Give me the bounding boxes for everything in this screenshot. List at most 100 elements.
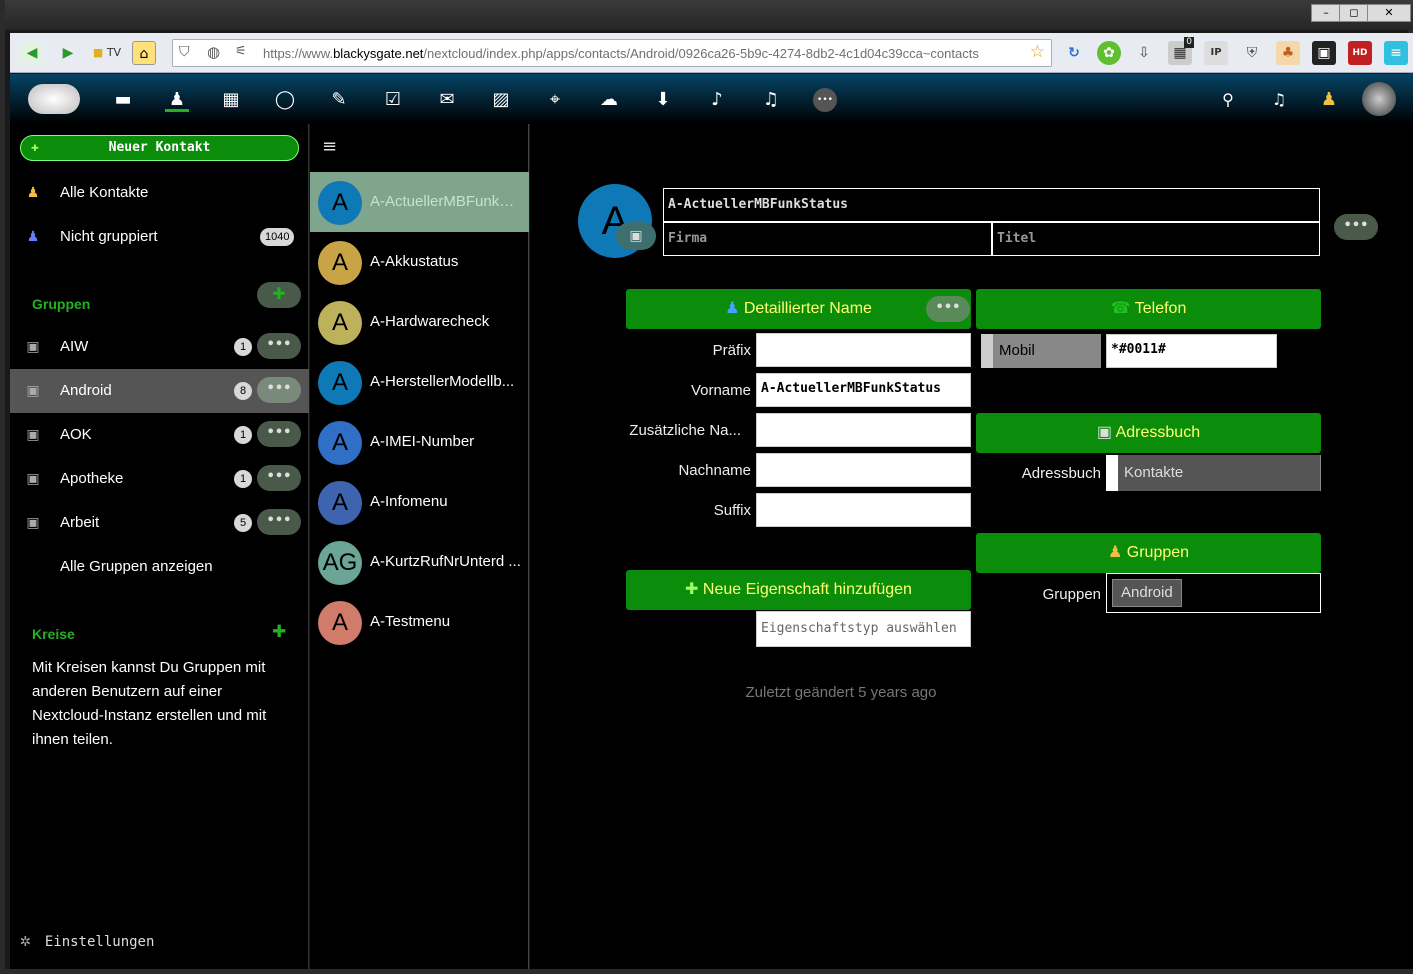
phone-input[interactable]: *#0011# xyxy=(1106,334,1277,368)
calendar-icon[interactable]: ▦ xyxy=(219,88,243,112)
list-item[interactable]: A A-Testmenu xyxy=(310,592,529,652)
sidebar-item-group-arbeit[interactable]: ▣ Arbeit 5 ••• xyxy=(10,501,309,545)
star-icon[interactable]: ☆ xyxy=(1030,42,1045,62)
property-type-select[interactable]: Eigenschaftstyp auswählen xyxy=(756,611,971,647)
privacy-extension-icon[interactable]: ⛨ xyxy=(1240,41,1264,65)
upload-icon[interactable]: ☁ xyxy=(597,88,621,112)
avatar: A xyxy=(318,241,362,285)
sidebar-item-group-aiw[interactable]: ▣ AIW 1 ••• xyxy=(10,325,309,369)
url-path: /nextcloud/index.php/apps/contacts/Andro… xyxy=(423,46,979,61)
settings-button[interactable]: ✲ Einstellungen xyxy=(20,930,154,951)
maps-icon[interactable]: ⌖ xyxy=(543,88,567,112)
extension-badge: 0 xyxy=(1184,37,1194,48)
hd-extension-icon[interactable]: HD xyxy=(1348,41,1372,65)
add-property-button[interactable]: ✚ Neue Eigenschaft hinzufügen xyxy=(626,570,971,610)
lastname-input[interactable] xyxy=(756,453,971,487)
photos-icon[interactable]: ▨ xyxy=(489,88,513,112)
maximize-button[interactable]: ◻ xyxy=(1339,4,1369,22)
user-icon: ♟ xyxy=(725,300,740,317)
list-menu-icon[interactable]: ≡ xyxy=(322,136,337,157)
group-menu-button[interactable]: ••• xyxy=(257,421,301,447)
group-icon: ▣ xyxy=(26,382,40,398)
notifications-icon[interactable]: ♫ xyxy=(1267,88,1291,112)
download-icon[interactable]: ⇩ xyxy=(1132,41,1156,65)
groups-select[interactable]: Android xyxy=(1106,573,1321,613)
files-icon[interactable]: ▬ xyxy=(111,88,135,112)
title-input[interactable]: Titel xyxy=(992,222,1320,256)
back-icon[interactable]: ◀ xyxy=(20,41,44,65)
sidebar-item-group-android[interactable]: ▣ Android 8 ••• xyxy=(10,369,309,413)
sidebar-item-label: AOK xyxy=(60,426,92,443)
suffix-input[interactable] xyxy=(756,493,971,527)
url-prefix: https://www. xyxy=(263,46,334,61)
show-all-groups-link[interactable]: Alle Gruppen anzeigen xyxy=(10,545,309,589)
url-bar[interactable]: ⛉ ◍ ⚟ https://www.blackysgate.net/nextcl… xyxy=(172,39,1052,67)
ip-extension-icon[interactable]: IP xyxy=(1204,41,1228,65)
sidebar-item-label: Arbeit xyxy=(60,514,100,531)
extension-gear-icon[interactable]: ✿ xyxy=(1097,41,1121,65)
group-menu-button[interactable]: ••• xyxy=(257,465,301,491)
permissions-icon[interactable]: ⚟ xyxy=(235,44,247,59)
sidebar-item-ungrouped[interactable]: ♟ Nicht gruppiert 1040 xyxy=(10,215,309,259)
tv-bookmark[interactable]: ■ TV xyxy=(88,41,126,65)
prefix-input[interactable] xyxy=(756,333,971,367)
group-icon: ▣ xyxy=(26,426,40,442)
new-contact-button[interactable]: ✚ Neuer Kontakt xyxy=(20,135,299,161)
url-text[interactable]: https://www.blackysgate.net/nextcloud/in… xyxy=(263,46,979,61)
reload-icon[interactable]: ↻ xyxy=(1062,41,1086,65)
group-menu-button[interactable]: ••• xyxy=(257,377,301,403)
firstname-input[interactable]: A-ActuellerMBFunkStatus xyxy=(756,373,971,407)
minimize-button[interactable]: – xyxy=(1311,4,1341,22)
company-input[interactable]: Firma xyxy=(663,222,992,256)
image-icon[interactable]: ▣ xyxy=(616,222,656,250)
phone-type-select[interactable]: Mobil xyxy=(981,334,1101,368)
group-tag[interactable]: Android xyxy=(1112,579,1182,607)
menu-icon[interactable]: ≡ xyxy=(1384,41,1408,65)
sidebar-item-group-apotheke[interactable]: ▣ Apotheke 1 ••• xyxy=(10,457,309,501)
more-apps-icon[interactable]: ••• xyxy=(813,88,837,112)
sidebar-item-all-contacts[interactable]: ♟ Alle Kontakte xyxy=(10,171,309,215)
list-item[interactable]: A A-Akkustatus xyxy=(310,232,529,292)
shield-icon[interactable]: ⛉ xyxy=(179,44,190,60)
list-item[interactable]: A A-ActuellerMBFunkSt... xyxy=(310,172,529,232)
additional-name-input[interactable] xyxy=(756,413,971,447)
talk-icon[interactable]: ◯ xyxy=(273,88,297,112)
full-name-input[interactable]: A-ActuellerMBFunkStatus xyxy=(663,188,1320,222)
list-item[interactable]: AG A-KurtzRufNrUnterd ... xyxy=(310,532,529,592)
tasks-icon[interactable]: ☑ xyxy=(381,88,405,112)
contact-menu-button[interactable]: ••• xyxy=(1334,214,1378,240)
addressbook-select[interactable]: Kontakte xyxy=(1106,455,1321,491)
list-item[interactable]: A A-Hardwarecheck xyxy=(310,292,529,352)
add-group-button[interactable]: ✚ xyxy=(257,282,301,308)
mail-icon[interactable]: ✉ xyxy=(435,88,459,112)
show-all-groups-label: Alle Gruppen anzeigen xyxy=(60,558,213,575)
forward-icon[interactable]: ▶ xyxy=(56,41,80,65)
close-button[interactable]: ✕ xyxy=(1367,4,1411,22)
circles-section-title: Kreise xyxy=(32,626,75,642)
globe-icon[interactable]: ◍ xyxy=(207,43,220,61)
notification-extension-icon[interactable]: 0 ▦ xyxy=(1168,37,1194,65)
search-icon[interactable]: ⚲ xyxy=(1216,88,1240,112)
nextcloud-logo[interactable] xyxy=(28,84,80,114)
notes-icon[interactable]: ✎ xyxy=(327,88,351,112)
add-circle-icon[interactable]: ✚ xyxy=(272,622,286,642)
music-icon[interactable]: ♫ xyxy=(759,88,783,112)
detailed-name-menu-button[interactable]: ••• xyxy=(926,296,970,322)
download-icon[interactable]: ⬇ xyxy=(651,88,675,112)
list-item[interactable]: A A-IMEI-Number xyxy=(310,412,529,472)
home-icon[interactable]: ⌂ xyxy=(132,41,156,65)
list-item[interactable]: A A-Infomenu xyxy=(310,472,529,532)
group-menu-button[interactable]: ••• xyxy=(257,509,301,535)
avatar-extension-icon[interactable]: ♣ xyxy=(1276,41,1300,65)
group-menu-button[interactable]: ••• xyxy=(257,333,301,359)
user-avatar[interactable] xyxy=(1362,82,1396,116)
sidebar-item-group-aok[interactable]: ▣ AOK 1 ••• xyxy=(10,413,309,457)
avatar: A xyxy=(318,601,362,645)
contact-detail: A ▣ A-ActuellerMBFunkStatus Firma Titel … xyxy=(530,124,1413,969)
dark-extension-icon[interactable]: ▣ xyxy=(1312,41,1336,65)
contacts-icon[interactable]: ♟ xyxy=(165,88,189,112)
contacts-menu-icon[interactable]: ♟ xyxy=(1317,88,1341,112)
audio-icon[interactable]: ♪ xyxy=(705,88,729,112)
list-item[interactable]: A A-HerstellerModellb... xyxy=(310,352,529,412)
contact-name: A-ActuellerMBFunkSt... xyxy=(370,193,524,210)
